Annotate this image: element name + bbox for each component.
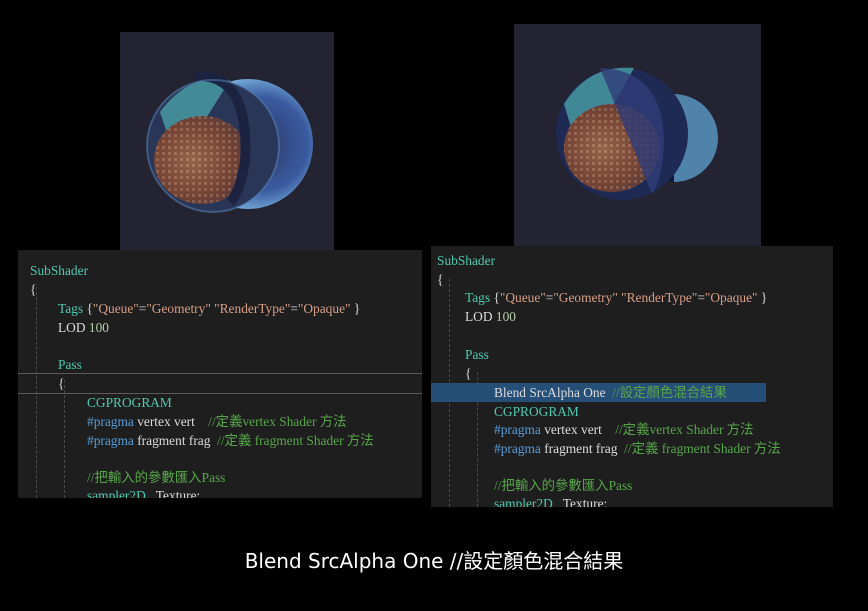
code-line: { [437, 272, 444, 287]
code-line: LOD 100 [465, 309, 516, 324]
code-editor-right[interactable]: SubShader { Tags {"Queue"="Geometry" "Re… [431, 246, 833, 507]
code-line: sampler2D _Texture; [87, 488, 201, 498]
code-line: Pass [58, 357, 82, 372]
code-line: CGPROGRAM [494, 404, 579, 419]
preview-additive [514, 24, 761, 246]
code-line-selected[interactable]: Blend SrcAlpha One //設定顏色混合結果 [494, 383, 833, 402]
sphere-render-additive [556, 67, 718, 200]
code-editor-left[interactable]: SubShader { Tags {"Queue"="Geometry" "Re… [18, 250, 422, 498]
code-line: SubShader [437, 253, 496, 268]
code-line: #pragma fragment frag //定義 fragment Shad… [87, 433, 374, 448]
code-line: Tags {"Queue"="Geometry" "RenderType"="O… [58, 301, 361, 316]
code-line: LOD 100 [58, 320, 109, 335]
code-line: { [30, 282, 37, 297]
code-line: #pragma vertex vert //定義vertex Shader 方法 [494, 422, 754, 437]
code-line: CGPROGRAM [87, 395, 172, 410]
code-line: #pragma fragment frag //定義 fragment Shad… [494, 441, 781, 456]
code-line: #pragma vertex vert //定義vertex Shader 方法 [87, 414, 347, 429]
indent-guide [64, 380, 65, 498]
code-line: //把輸入的參數匯入Pass [87, 470, 226, 485]
code-line: { [465, 366, 472, 381]
sphere-render-opaque [146, 70, 313, 213]
preview-opaque [120, 32, 334, 250]
code-line: sampler2D _Texture; [494, 496, 608, 507]
code-line: //把輸入的參數匯入Pass [494, 478, 633, 493]
code-line: { [58, 376, 65, 391]
code-line: Tags {"Queue"="Geometry" "RenderType"="O… [465, 290, 768, 305]
caption: Blend SrcAlpha One //設定顏色混合結果 [244, 549, 624, 573]
code-line: Pass [465, 347, 489, 362]
code-line: SubShader [30, 263, 89, 278]
